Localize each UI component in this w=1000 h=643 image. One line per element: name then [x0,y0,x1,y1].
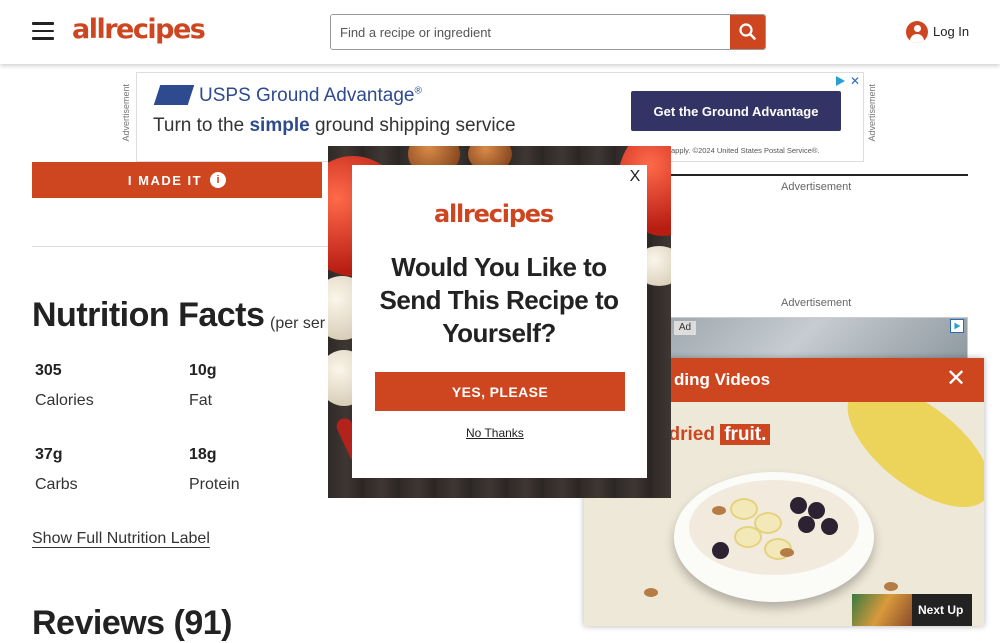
nutrient-value-calories: 305 [35,362,62,379]
adchoices-icon[interactable] [834,75,846,87]
nutrition-facts-subtitle: (per ser [270,315,326,332]
berry-graphic [821,518,838,535]
nutrient-value-protein: 18g [189,446,217,463]
nutrient-value-fat: 10g [189,362,217,379]
user-icon [906,21,928,43]
nut-graphic [884,582,898,591]
i-made-it-button[interactable]: I MADE IT i [32,162,322,198]
ad-brand: USPS Ground Advantage® [199,85,422,106]
banana-slice-graphic [730,498,758,520]
i-made-it-label: I MADE IT [127,172,203,188]
info-icon: i [210,172,227,188]
ad-side-label-right: Advertisement [867,84,877,142]
ad-tag: Ad [674,321,696,335]
banana-slice-graphic [734,526,762,548]
login-label: Log In [933,24,970,39]
right-rail-rule [668,174,968,176]
nutrient-value-carbs: 37g [35,446,63,463]
berry-graphic [798,516,815,533]
close-icon[interactable]: ✕ [944,367,968,392]
nutrient-label-calories: Calories [35,392,94,409]
next-up-label: Next Up [918,603,964,617]
video-player-title: ding Videos [674,370,771,389]
search-bar [330,14,766,50]
modal-logo: allrecipes [434,200,554,228]
nutrient-label-protein: Protein [189,476,240,493]
search-input[interactable] [331,15,731,49]
adchoices-icon[interactable] [950,319,964,333]
nutrient-label-fat: Fat [189,392,213,409]
ad-label: Advertisement [781,297,852,309]
nutrition-facts-title: Nutrition Facts [32,296,265,334]
ad-close-icon[interactable]: ✕ [848,74,862,88]
berry-graphic [712,542,729,559]
sidebar-image-ad[interactable] [668,317,968,359]
site-logo[interactable]: allrecipes [72,14,206,45]
ad-headline: Turn to the simple ground shipping servi… [153,115,516,136]
modal-question: Would You Like to Send This Recipe to Yo… [379,252,620,348]
show-full-nutrition-link[interactable]: Show Full Nutrition Label [32,530,210,548]
yes-please-button[interactable]: YES, PLEASE [375,372,625,411]
ad-side-label-left: Advertisement [121,84,131,142]
site-header: allrecipes Log In [0,0,1000,64]
reviews-title: Reviews (91) [32,604,233,642]
page: allrecipes Log In Advertisement Advertis… [0,0,1000,643]
search-button[interactable] [730,15,765,49]
ad-label: Advertisement [781,181,852,193]
ad-cta-button[interactable]: Get the Ground Advantage [631,91,841,131]
menu-icon[interactable] [32,22,54,40]
ad-fine-print: apply. ©2024 United States Postal Servic… [671,146,820,155]
next-up-button[interactable]: Next Up [852,594,972,626]
close-icon[interactable]: X [628,169,642,185]
nut-graphic [712,506,726,515]
next-up-thumbnail [852,594,912,626]
search-icon [739,23,756,40]
nutrient-label-carbs: Carbs [35,476,78,493]
nut-graphic [644,588,658,597]
usps-eagle-logo [153,85,195,105]
nut-graphic [780,548,794,557]
berry-graphic [790,497,807,514]
no-thanks-link[interactable]: No Thanks [466,426,524,440]
